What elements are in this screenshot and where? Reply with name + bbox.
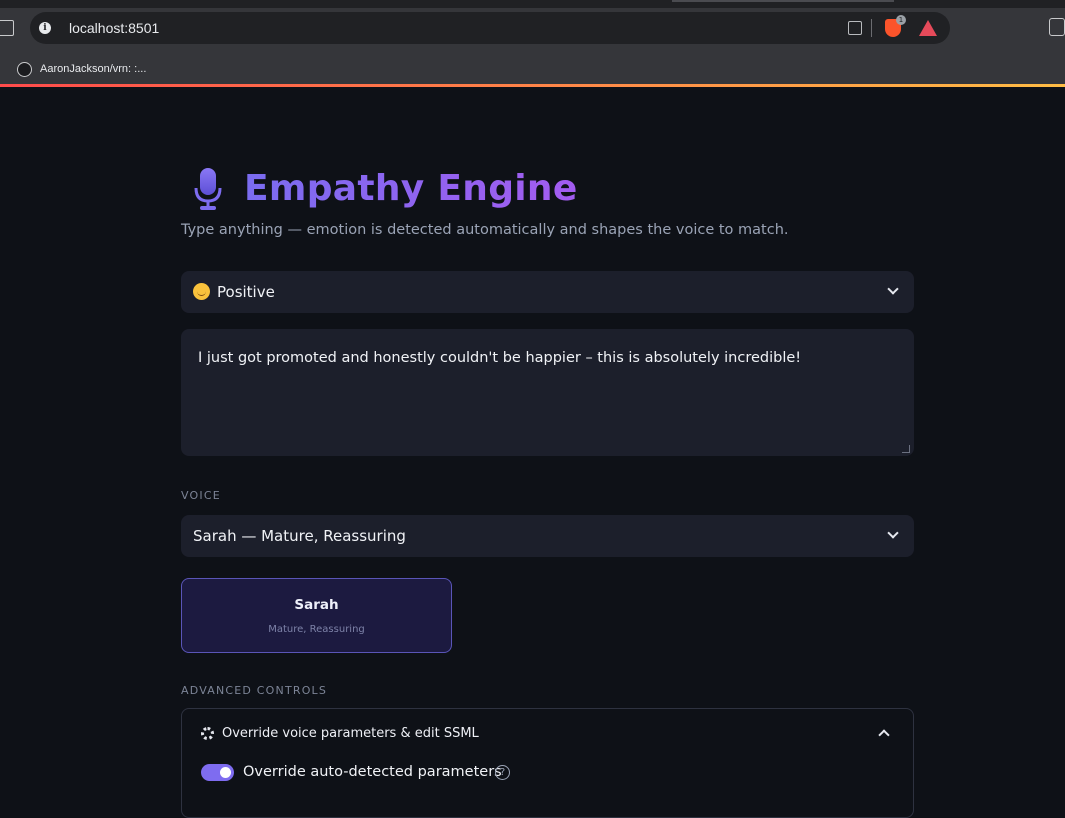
bookmark-icon[interactable]	[0, 20, 14, 36]
chevron-up-icon[interactable]	[878, 729, 890, 741]
share-icon[interactable]	[848, 21, 862, 35]
help-icon[interactable]: ?	[495, 765, 510, 780]
extensions-icon[interactable]	[1049, 18, 1065, 36]
chevron-down-icon[interactable]	[887, 527, 899, 539]
tab-strip	[672, 0, 894, 2]
url-text[interactable]: localhost:8501	[69, 20, 159, 36]
chevron-down-icon[interactable]	[887, 283, 899, 295]
voice-card-name: Sarah	[294, 597, 339, 613]
gear-icon	[201, 727, 214, 740]
shields-count-badge: 1	[896, 15, 906, 25]
page-subtitle: Type anything — emotion is detected auto…	[181, 222, 789, 238]
expander-title[interactable]: Override voice parameters & edit SSML	[222, 726, 479, 741]
divider	[871, 19, 872, 37]
smiling-face-icon	[193, 283, 210, 300]
site-info-icon[interactable]: i	[39, 22, 51, 34]
text-input[interactable]	[181, 329, 914, 456]
address-bar[interactable]: i localhost:8501 1	[30, 12, 950, 44]
voice-select[interactable]: Sarah — Mature, Reassuring	[181, 515, 914, 557]
voice-card-description: Mature, Reassuring	[268, 624, 365, 635]
advanced-expander[interactable]: Override voice parameters & edit SSML Ov…	[181, 708, 914, 818]
bookmarks-bar: AaronJackson/vrn: :...	[0, 55, 1065, 84]
emotion-select[interactable]: Positive	[181, 271, 914, 313]
voice-section-label: VOICE	[181, 489, 221, 502]
advanced-section-label: ADVANCED CONTROLS	[181, 684, 328, 697]
voice-card[interactable]: Sarah Mature, Reassuring	[181, 578, 452, 653]
browser-toolbar: i localhost:8501 1	[0, 0, 1065, 55]
override-toggle-label[interactable]: Override auto-detected parameters	[243, 764, 502, 780]
emotion-label: Positive	[217, 283, 275, 301]
page-title: Empathy Engine	[244, 168, 578, 209]
emotion-select-value: Positive	[193, 283, 275, 301]
github-icon	[17, 62, 32, 77]
voice-select-value: Sarah — Mature, Reassuring	[193, 527, 406, 545]
brave-rewards-icon[interactable]	[919, 20, 937, 36]
resize-handle-icon[interactable]	[902, 445, 910, 453]
override-toggle[interactable]	[201, 764, 234, 781]
microphone-icon	[194, 168, 222, 210]
bookmark-link[interactable]: AaronJackson/vrn: :...	[40, 63, 146, 75]
